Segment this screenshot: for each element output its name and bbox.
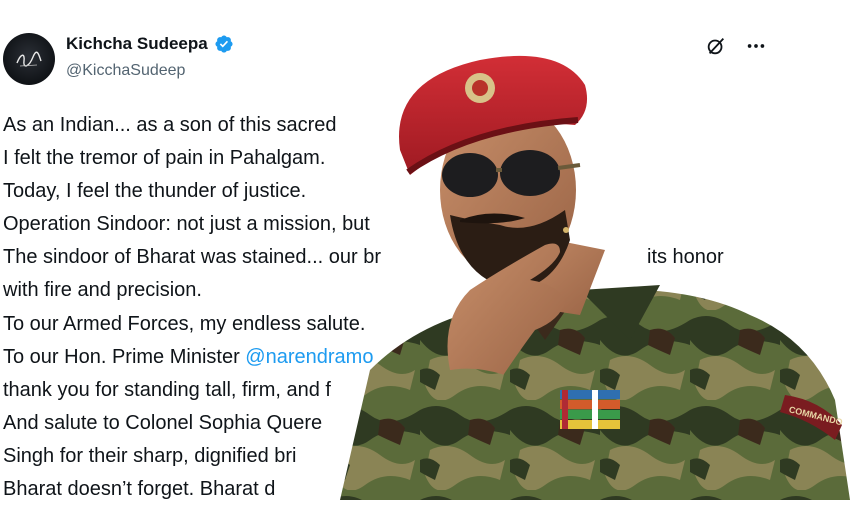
- avatar-signature-icon: [16, 51, 42, 67]
- tweet-line-text: The sindoor of Bharat was stained... our…: [3, 246, 381, 269]
- author-display-name[interactable]: Kichcha Sudeepa: [66, 34, 208, 54]
- avatar[interactable]: [3, 33, 55, 85]
- verified-badge-icon: [215, 35, 233, 53]
- photo-man-in-uniform: COMMANDO: [340, 55, 850, 500]
- author-name-row[interactable]: Kichcha Sudeepa: [66, 34, 234, 54]
- tweet-line-text: To our Hon. Prime Minister: [3, 345, 246, 368]
- author-handle[interactable]: @KicchaSudeep: [66, 62, 185, 80]
